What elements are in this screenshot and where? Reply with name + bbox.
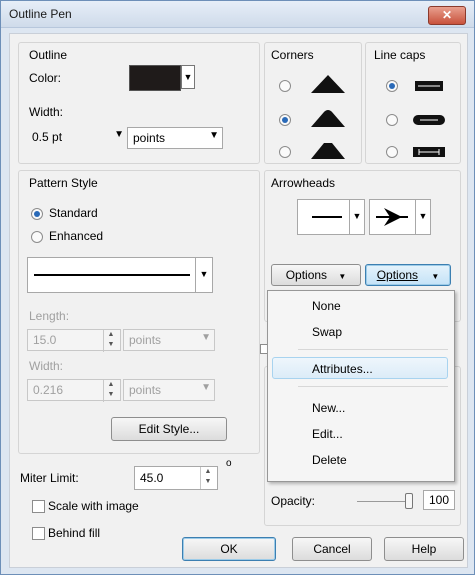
outline-pen-dialog: Outline Pen ✕ Outline Color: ▼ Width: 0.… [0, 0, 475, 575]
behind-fill-label: Behind fill [48, 526, 101, 540]
options-left-label: Options [285, 268, 328, 282]
length-spinner[interactable]: ▲ ▼ [103, 330, 118, 352]
chevron-down-icon: ▼ [114, 129, 124, 140]
butt-cap-icon [415, 81, 443, 91]
solid-line-sample [34, 274, 190, 276]
behind-fill-checkbox[interactable] [32, 527, 45, 540]
corners-label: Corners [271, 48, 314, 62]
help-button[interactable]: Help [384, 537, 464, 561]
menu-item-none[interactable]: None [268, 295, 452, 317]
chevron-down-icon: ▼ [209, 130, 219, 141]
color-picker[interactable]: ▼ [129, 65, 197, 91]
scale-with-image-label: Scale with image [48, 499, 139, 513]
miter-limit-field[interactable]: 45.0 ▲ ▼ [134, 466, 218, 490]
standard-label: Standard [49, 206, 98, 220]
length-value: 15.0 [33, 333, 57, 347]
standard-radio[interactable] [31, 208, 43, 220]
line-caps-label: Line caps [374, 48, 426, 62]
pattern-width-units-value: points [129, 383, 162, 397]
menu-item-swap[interactable]: Swap [268, 321, 452, 343]
miter-limit-value: 45.0 [140, 471, 164, 485]
opacity-label: Opacity: [271, 494, 316, 508]
length-label: Length: [29, 309, 70, 323]
round-cap-icon [413, 115, 445, 125]
pattern-width-units-select[interactable]: points ▼ [123, 379, 215, 401]
miter-limit-spinner[interactable]: ▲ ▼ [200, 467, 215, 489]
corner-miter-radio[interactable] [279, 80, 291, 92]
pattern-width-spinner[interactable]: ▲ ▼ [103, 380, 118, 402]
line-style-select[interactable]: ▼ [27, 257, 213, 293]
start-arrowhead-line [312, 216, 342, 218]
menu-item-edit[interactable]: Edit... [268, 423, 452, 445]
arrowhead-icon [376, 208, 408, 226]
menu-item-delete[interactable]: Delete [268, 449, 452, 471]
color-swatch [129, 65, 181, 91]
ok-button[interactable]: OK [182, 537, 276, 561]
opacity-value-field[interactable]: 100 [423, 490, 455, 510]
options-right-button[interactable]: Options ▼ [365, 264, 451, 286]
width-units-value: points [133, 131, 166, 145]
scale-with-image-checkbox[interactable] [32, 500, 45, 513]
menu-separator [298, 386, 448, 387]
arrowheads-label: Arrowheads [271, 176, 336, 190]
line-caps-group: Line caps [365, 42, 461, 164]
menu-separator [298, 349, 448, 350]
pattern-width-field[interactable]: 0.216 ▲ ▼ [27, 379, 121, 402]
corners-group: Corners [264, 42, 362, 164]
enhanced-label: Enhanced [49, 229, 104, 243]
pattern-style-label: Pattern Style [29, 176, 98, 190]
length-units-select[interactable]: points ▼ [123, 329, 215, 351]
pattern-style-group: Pattern Style Standard Enhanced ▼ Length… [18, 170, 260, 454]
outline-group-label: Outline [29, 48, 68, 62]
end-arrowhead-select[interactable]: ▼ [369, 199, 431, 235]
menu-item-new[interactable]: New... [268, 397, 452, 419]
cap-square-radio[interactable] [386, 146, 398, 158]
corner-round-radio[interactable] [279, 114, 291, 126]
pattern-width-label: Width: [29, 359, 64, 373]
width-label: Width: [29, 105, 64, 119]
start-arrowhead-select[interactable]: ▼ [297, 199, 365, 235]
pattern-width-value: 0.216 [33, 383, 64, 397]
chevron-down-icon: ▼ [201, 332, 211, 343]
width-units-select[interactable]: points ▼ [127, 127, 223, 149]
outline-group: Outline Color: ▼ Width: 0.5 pt ▼ points … [18, 42, 260, 164]
length-field[interactable]: 15.0 ▲ ▼ [27, 329, 121, 352]
chevron-down-icon: ▼ [338, 272, 347, 281]
start-arrowhead-dropdown-arrow[interactable]: ▼ [349, 200, 364, 234]
menu-item-attributes[interactable]: Attributes... [272, 357, 448, 379]
length-units-value: points [129, 333, 162, 347]
cap-butt-radio[interactable] [386, 80, 398, 92]
color-label: Color: [29, 71, 62, 85]
corner-bevel-radio[interactable] [279, 146, 291, 158]
color-dropdown-arrow[interactable]: ▼ [181, 65, 195, 89]
square-cap-icon [413, 147, 445, 157]
close-button[interactable]: ✕ [428, 6, 466, 25]
dialog-title: Outline Pen [9, 7, 72, 21]
miter-corner-icon [311, 75, 345, 93]
cap-round-radio[interactable] [386, 114, 398, 126]
edit-style-button[interactable]: Edit Style... [111, 417, 227, 441]
title-bar: Outline Pen ✕ [1, 1, 474, 28]
options-right-label: Options [376, 268, 419, 282]
width-value: 0.5 pt [32, 130, 63, 144]
degree-unit: o [226, 458, 232, 469]
width-field[interactable]: 0.5 pt ▼ [27, 127, 127, 149]
chevron-down-icon: ▼ [431, 272, 440, 281]
chevron-down-icon: ▼ [201, 382, 211, 393]
options-menu: None Swap Attributes... New... Edit... D… [267, 290, 455, 482]
enhanced-radio[interactable] [31, 231, 43, 243]
line-style-dropdown-arrow[interactable]: ▼ [195, 258, 212, 292]
bevel-corner-icon [311, 143, 345, 159]
end-arrowhead-dropdown-arrow[interactable]: ▼ [415, 200, 430, 234]
options-left-button[interactable]: Options ▼ [271, 264, 361, 286]
opacity-slider-thumb[interactable] [405, 493, 413, 509]
miter-limit-label: Miter Limit: [20, 471, 79, 485]
opacity-slider[interactable] [357, 491, 415, 511]
round-corner-icon [311, 110, 345, 127]
cancel-button[interactable]: Cancel [292, 537, 372, 561]
